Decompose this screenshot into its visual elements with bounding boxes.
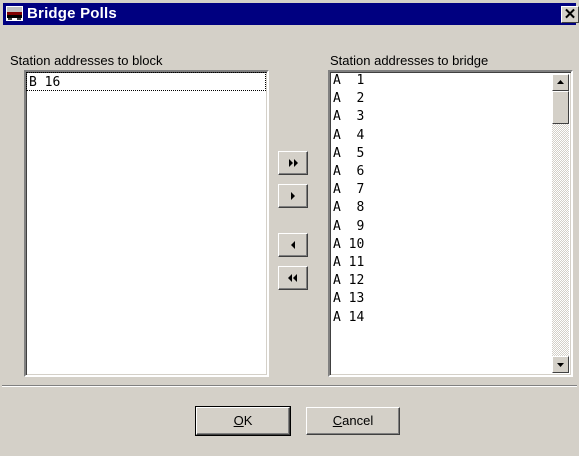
bridge-list-item[interactable]: A 7: [333, 181, 364, 198]
close-button[interactable]: ✕: [561, 6, 579, 23]
bridge-list-label: Station addresses to bridge: [330, 53, 489, 68]
bridge-list-item[interactable]: A 11: [333, 254, 364, 271]
cancel-mnemonic: C: [332, 413, 343, 428]
bridge-list-scrollbar[interactable]: [552, 74, 569, 373]
bridge-list-item[interactable]: A 10: [333, 236, 364, 253]
move-all-left-button[interactable]: [278, 266, 308, 290]
scroll-down-button[interactable]: [552, 356, 569, 373]
bridge-polls-dialog: Bridge Polls ✕ Station addresses to bloc…: [0, 0, 579, 456]
move-right-button[interactable]: [278, 184, 308, 208]
left-arrow-icon: [291, 241, 295, 249]
bridge-list-item[interactable]: A 14: [333, 309, 364, 326]
bridge-list-item[interactable]: A 8: [333, 199, 364, 216]
scroll-up-icon: [557, 80, 564, 84]
app-icon: [6, 6, 23, 21]
block-list-label: Station addresses to block: [10, 53, 163, 68]
ok-button[interactable]: OK: [195, 406, 291, 436]
cancel-button[interactable]: Cancel: [306, 407, 400, 435]
scroll-down-icon: [557, 363, 564, 367]
move-left-button[interactable]: [278, 233, 308, 257]
scroll-up-button[interactable]: [552, 74, 569, 91]
footer-separator: [2, 385, 577, 387]
double-right-arrow-icon: [289, 159, 298, 167]
block-list[interactable]: B 16: [24, 70, 269, 377]
bridge-list-item[interactable]: A 12: [333, 272, 364, 289]
bridge-list-item[interactable]: A 13: [333, 290, 364, 307]
block-list-item[interactable]: B 16: [29, 74, 60, 91]
block-list-focus: [26, 72, 266, 91]
bridge-list-item[interactable]: A 1: [333, 72, 364, 89]
ok-mnemonic: O: [233, 413, 244, 428]
scroll-thumb[interactable]: [552, 91, 569, 124]
title-bar[interactable]: Bridge Polls ✕: [3, 3, 579, 25]
bridge-list-item[interactable]: A 9: [333, 218, 364, 235]
bridge-list-item[interactable]: A 5: [333, 145, 364, 162]
window-title: Bridge Polls: [27, 5, 117, 22]
cancel-label-rest: ancel: [342, 413, 374, 428]
bridge-list-item[interactable]: A 6: [333, 163, 364, 180]
right-arrow-icon: [291, 192, 295, 200]
bridge-list[interactable]: A 14 A 13 A 12 A 11 A 10 A 9 A 8A 7A 6A 5A 4 A …: [328, 70, 573, 377]
bridge-list-item[interactable]: A 4: [333, 127, 364, 144]
ok-label-rest: K: [243, 413, 253, 428]
close-icon: ✕: [563, 6, 577, 23]
bridge-list-item[interactable]: A 3: [333, 108, 364, 125]
double-left-arrow-icon: [288, 274, 297, 282]
move-all-right-button[interactable]: [278, 151, 308, 175]
bridge-list-item[interactable]: A 2: [333, 90, 364, 107]
